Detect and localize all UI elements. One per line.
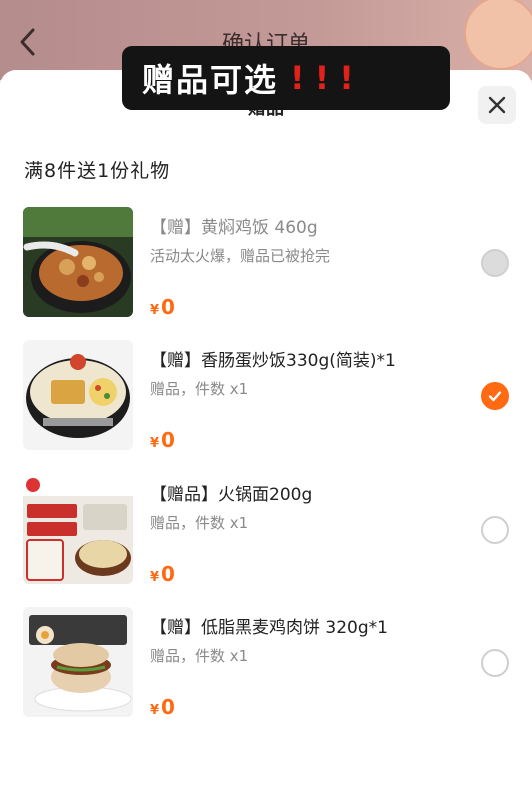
product-image-chicken-burger bbox=[23, 607, 133, 717]
currency-symbol: ¥ bbox=[150, 303, 160, 318]
price-value: 0 bbox=[161, 562, 175, 586]
product-image-hotpot-noodles bbox=[23, 474, 133, 584]
gift-item[interactable]: 【赠】低脂黑麦鸡肉饼 320g*1 赠品，件数 x1 ¥0 bbox=[0, 607, 532, 729]
item-quantity: 赠品，件数 x1 bbox=[150, 380, 249, 398]
item-name: 【赠】黄焖鸡饭 460g bbox=[150, 218, 318, 238]
gift-item[interactable]: 【赠】香肠蛋炒饭330g(简装)*1 赠品，件数 x1 ¥0 bbox=[0, 340, 532, 462]
radio-checked[interactable] bbox=[481, 382, 509, 410]
currency-symbol: ¥ bbox=[150, 703, 160, 718]
item-price: ¥0 bbox=[150, 562, 175, 586]
item-name: 【赠品】火锅面200g bbox=[150, 485, 313, 505]
item-price: ¥0 bbox=[150, 295, 175, 319]
item-price: ¥0 bbox=[150, 428, 175, 452]
promo-rule: 满8件送1份礼物 bbox=[24, 160, 171, 182]
radio-unchecked[interactable] bbox=[481, 516, 509, 544]
gift-item[interactable]: 【赠】黄焖鸡饭 460g 活动太火爆，赠品已被抢完 ¥0 bbox=[0, 207, 532, 329]
close-icon bbox=[488, 96, 506, 114]
gift-item[interactable]: 【赠品】火锅面200g 赠品，件数 x1 ¥0 bbox=[0, 474, 532, 596]
close-button[interactable] bbox=[478, 86, 516, 124]
item-quantity: 赠品，件数 x1 bbox=[150, 647, 249, 665]
item-quantity: 赠品，件数 x1 bbox=[150, 514, 249, 532]
price-value: 0 bbox=[161, 695, 175, 719]
item-status: 活动太火爆，赠品已被抢完 bbox=[150, 247, 331, 265]
currency-symbol: ¥ bbox=[150, 570, 160, 585]
radio-disabled bbox=[481, 249, 509, 277]
product-image-sausage-fried-rice bbox=[23, 340, 133, 450]
currency-symbol: ¥ bbox=[150, 436, 160, 451]
checkmark-icon bbox=[488, 391, 502, 402]
price-value: 0 bbox=[161, 295, 175, 319]
annotation-banner: 赠品可选 !!! bbox=[122, 46, 450, 110]
item-price: ¥0 bbox=[150, 695, 175, 719]
exclamation-marks: !!! bbox=[290, 59, 364, 97]
mascot-image bbox=[464, 0, 532, 70]
radio-unchecked[interactable] bbox=[481, 649, 509, 677]
item-name: 【赠】香肠蛋炒饭330g(简装)*1 bbox=[150, 351, 396, 371]
product-image-braised-chicken bbox=[23, 207, 133, 317]
annotation-text: 赠品可选 bbox=[142, 61, 279, 99]
price-value: 0 bbox=[161, 428, 175, 452]
item-name: 【赠】低脂黑麦鸡肉饼 320g*1 bbox=[150, 618, 388, 638]
